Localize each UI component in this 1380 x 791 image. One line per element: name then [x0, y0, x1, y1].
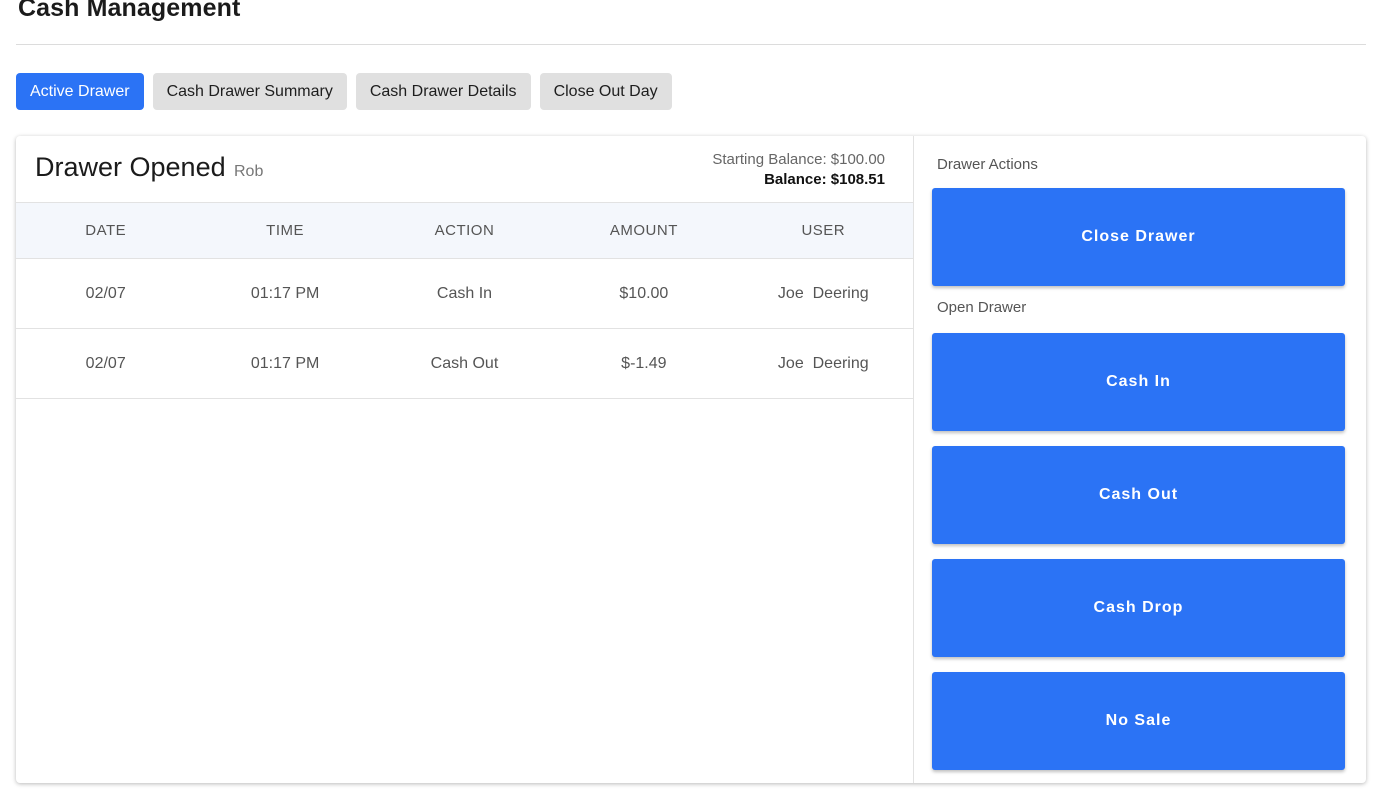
- table-row: 02/07 01:17 PM Cash In $10.00 Joe Deerin…: [16, 258, 913, 329]
- drawer-actions-pane: Drawer Actions Close Drawer Open Drawer …: [914, 136, 1366, 783]
- cash-out-button[interactable]: Cash Out: [932, 446, 1345, 544]
- cell-date: 02/07: [16, 328, 196, 399]
- cell-amount: $-1.49: [554, 328, 734, 399]
- drawer-status-title: Drawer Opened: [35, 152, 226, 182]
- current-balance: Balance: $108.51: [764, 171, 885, 188]
- no-sale-button[interactable]: No Sale: [932, 672, 1345, 770]
- cell-action: Cash In: [374, 258, 555, 329]
- tab-cash-drawer-summary[interactable]: Cash Drawer Summary: [152, 73, 347, 110]
- page-title: Cash Management: [18, 0, 241, 22]
- drawer-card: Drawer Opened Rob Starting Balance: $100…: [16, 136, 1366, 783]
- cell-date: 02/07: [16, 258, 196, 329]
- column-header-amount: AMOUNT: [554, 202, 734, 259]
- column-header-user: USER: [733, 202, 913, 259]
- cell-time: 01:17 PM: [195, 258, 375, 329]
- cell-user: Joe Deering: [733, 258, 913, 329]
- tab-close-out-day[interactable]: Close Out Day: [539, 73, 672, 110]
- drawer-user: Rob: [234, 163, 264, 180]
- table-header-row: DATE TIME ACTION AMOUNT USER: [16, 202, 913, 259]
- cash-drop-button[interactable]: Cash Drop: [932, 559, 1345, 657]
- column-header-date: DATE: [16, 202, 196, 259]
- drawer-transactions-pane: Drawer Opened Rob Starting Balance: $100…: [16, 136, 914, 783]
- cell-amount: $10.00: [554, 258, 734, 329]
- cell-user: Joe Deering: [733, 328, 913, 399]
- drawer-actions-label: Drawer Actions: [937, 156, 1038, 173]
- title-divider: [16, 44, 1366, 45]
- cell-action: Cash Out: [374, 328, 555, 399]
- tab-cash-drawer-details[interactable]: Cash Drawer Details: [355, 73, 531, 110]
- column-header-action: ACTION: [374, 202, 555, 259]
- table-row: 02/07 01:17 PM Cash Out $-1.49 Joe Deeri…: [16, 328, 913, 399]
- tab-bar: Active Drawer Cash Drawer Summary Cash D…: [16, 73, 672, 110]
- tab-active-drawer[interactable]: Active Drawer: [16, 73, 144, 110]
- starting-balance: Starting Balance: $100.00: [712, 151, 885, 168]
- open-drawer-label: Open Drawer: [937, 299, 1027, 316]
- cash-in-button[interactable]: Cash In: [932, 333, 1345, 431]
- cell-time: 01:17 PM: [195, 328, 375, 399]
- drawer-header: Drawer Opened Rob Starting Balance: $100…: [16, 136, 913, 202]
- balance-summary: Starting Balance: $100.00 Balance: $108.…: [712, 150, 885, 190]
- transactions-table: DATE TIME ACTION AMOUNT USER 02/07 01:17…: [16, 202, 913, 399]
- close-drawer-button[interactable]: Close Drawer: [932, 188, 1345, 286]
- column-header-time: TIME: [195, 202, 375, 259]
